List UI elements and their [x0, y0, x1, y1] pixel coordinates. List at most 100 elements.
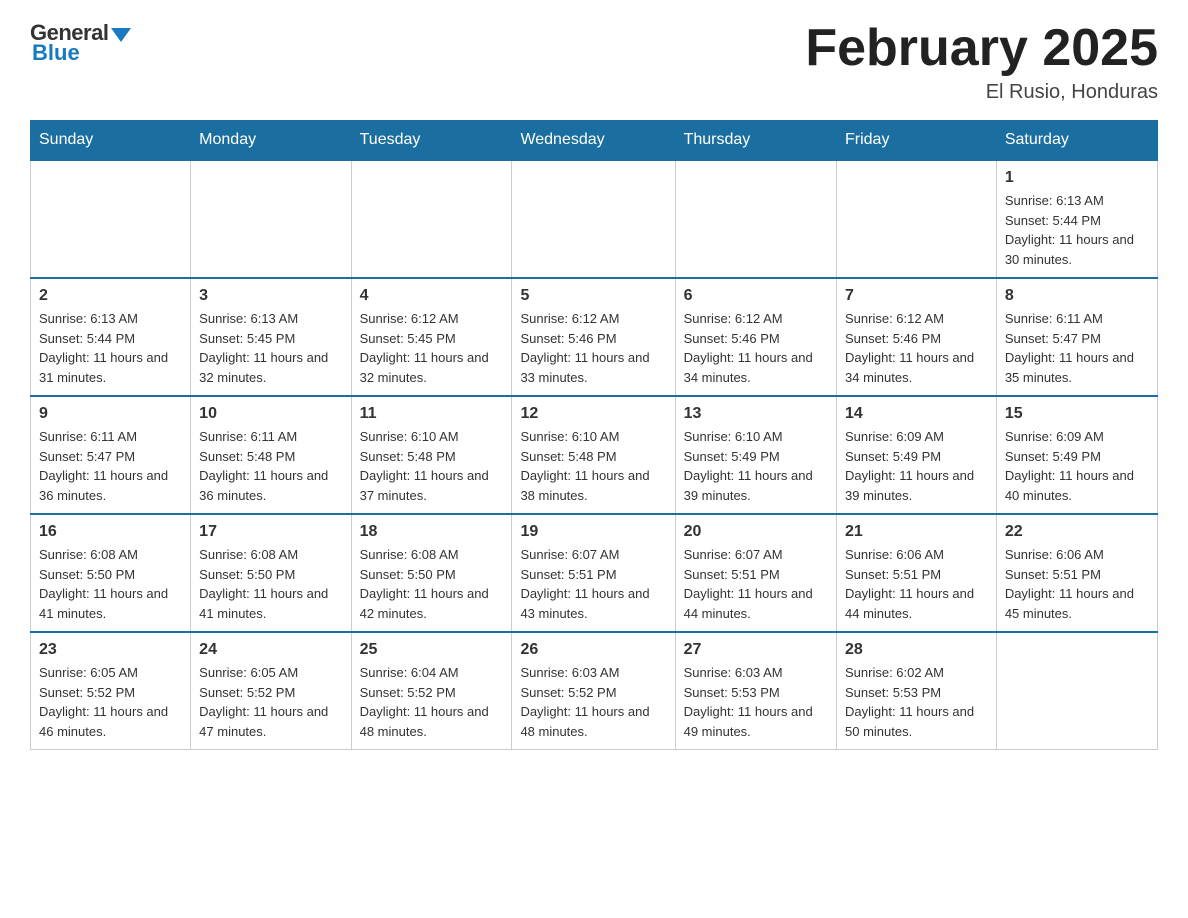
day-number: 5: [520, 287, 666, 305]
day-number: 11: [360, 405, 504, 423]
calendar-cell: [675, 160, 836, 278]
calendar-cell: [191, 160, 351, 278]
calendar-table: SundayMondayTuesdayWednesdayThursdayFrid…: [30, 120, 1158, 750]
calendar-cell: 15 Sunrise: 6:09 AM Sunset: 5:49 PM Dayli…: [996, 396, 1157, 514]
calendar-cell: 14 Sunrise: 6:09 AM Sunset: 5:49 PM Dayli…: [837, 396, 997, 514]
calendar-cell: [996, 632, 1157, 750]
day-info: Sunrise: 6:07 AM Sunset: 5:51 PM Dayligh…: [684, 545, 828, 623]
calendar-cell: 17 Sunrise: 6:08 AM Sunset: 5:50 PM Dayli…: [191, 514, 351, 632]
calendar-cell: 9 Sunrise: 6:11 AM Sunset: 5:47 PM Daylig…: [31, 396, 191, 514]
day-number: 20: [684, 523, 828, 541]
calendar-cell: 13 Sunrise: 6:10 AM Sunset: 5:49 PM Dayli…: [675, 396, 836, 514]
day-number: 15: [1005, 405, 1149, 423]
day-info: Sunrise: 6:06 AM Sunset: 5:51 PM Dayligh…: [845, 545, 988, 623]
calendar-cell: 27Sunrise: 6:03 AM Sunset: 5:53 PM Dayli…: [675, 632, 836, 750]
calendar-cell: 8 Sunrise: 6:11 AM Sunset: 5:47 PM Daylig…: [996, 278, 1157, 396]
calendar-cell: 10 Sunrise: 6:11 AM Sunset: 5:48 PM Dayli…: [191, 396, 351, 514]
day-of-week-header: Wednesday: [512, 121, 675, 161]
day-info: Sunrise: 6:11 AM Sunset: 5:48 PM Dayligh…: [199, 427, 342, 505]
day-number: 21: [845, 523, 988, 541]
day-info: Sunrise: 6:12 AM Sunset: 5:45 PM Dayligh…: [360, 309, 504, 387]
day-number: 1: [1005, 169, 1149, 187]
day-of-week-header: Thursday: [675, 121, 836, 161]
page-header: General Blue February 2025 El Rusio, Hon…: [30, 20, 1158, 104]
month-title: February 2025: [805, 20, 1158, 77]
calendar-cell: 4 Sunrise: 6:12 AM Sunset: 5:45 PM Daylig…: [351, 278, 512, 396]
calendar-week-row: 2Sunrise: 6:13 AM Sunset: 5:44 PM Daylig…: [31, 278, 1158, 396]
day-number: 17: [199, 523, 342, 541]
day-info: Sunrise: 6:10 AM Sunset: 5:49 PM Dayligh…: [684, 427, 828, 505]
calendar-cell: 18 Sunrise: 6:08 AM Sunset: 5:50 PM Dayli…: [351, 514, 512, 632]
logo-arrow-icon: [111, 28, 131, 42]
day-info: Sunrise: 6:13 AM Sunset: 5:45 PM Dayligh…: [199, 309, 342, 387]
calendar-cell: 7 Sunrise: 6:12 AM Sunset: 5:46 PM Daylig…: [837, 278, 997, 396]
day-number: 26: [520, 641, 666, 659]
calendar-cell: 21 Sunrise: 6:06 AM Sunset: 5:51 PM Dayli…: [837, 514, 997, 632]
calendar-cell: 23 Sunrise: 6:05 AM Sunset: 5:52 PM Dayli…: [31, 632, 191, 750]
day-number: 16: [39, 523, 182, 541]
calendar-cell: [31, 160, 191, 278]
day-info: Sunrise: 6:09 AM Sunset: 5:49 PM Dayligh…: [845, 427, 988, 505]
calendar-cell: 6 Sunrise: 6:12 AM Sunset: 5:46 PM Daylig…: [675, 278, 836, 396]
calendar-cell: 16 Sunrise: 6:08 AM Sunset: 5:50 PM Dayli…: [31, 514, 191, 632]
day-number: 28: [845, 641, 988, 659]
day-info: Sunrise: 6:10 AM Sunset: 5:48 PM Dayligh…: [520, 427, 666, 505]
day-info: Sunrise: 6:11 AM Sunset: 5:47 PM Dayligh…: [1005, 309, 1149, 387]
calendar-cell: 2Sunrise: 6:13 AM Sunset: 5:44 PM Daylig…: [31, 278, 191, 396]
calendar-cell: 25 Sunrise: 6:04 AM Sunset: 5:52 PM Dayli…: [351, 632, 512, 750]
day-number: 19: [520, 523, 666, 541]
day-info: Sunrise: 6:13 AM Sunset: 5:44 PM Dayligh…: [39, 309, 182, 387]
day-info: Sunrise: 6:12 AM Sunset: 5:46 PM Dayligh…: [845, 309, 988, 387]
day-number: 3: [199, 287, 342, 305]
calendar-cell: 1 Sunrise: 6:13 AM Sunset: 5:44 PM Daylig…: [996, 160, 1157, 278]
calendar-cell: 24Sunrise: 6:05 AM Sunset: 5:52 PM Dayli…: [191, 632, 351, 750]
day-info: Sunrise: 6:08 AM Sunset: 5:50 PM Dayligh…: [39, 545, 182, 623]
calendar-cell: 11Sunrise: 6:10 AM Sunset: 5:48 PM Dayli…: [351, 396, 512, 514]
day-number: 25: [360, 641, 504, 659]
day-info: Sunrise: 6:04 AM Sunset: 5:52 PM Dayligh…: [360, 663, 504, 741]
day-info: Sunrise: 6:13 AM Sunset: 5:44 PM Dayligh…: [1005, 191, 1149, 269]
title-block: February 2025 El Rusio, Honduras: [805, 20, 1158, 104]
day-info: Sunrise: 6:05 AM Sunset: 5:52 PM Dayligh…: [39, 663, 182, 741]
day-number: 23: [39, 641, 182, 659]
day-info: Sunrise: 6:12 AM Sunset: 5:46 PM Dayligh…: [684, 309, 828, 387]
day-number: 12: [520, 405, 666, 423]
logo: General Blue: [30, 20, 131, 66]
day-info: Sunrise: 6:03 AM Sunset: 5:52 PM Dayligh…: [520, 663, 666, 741]
day-of-week-header: Monday: [191, 121, 351, 161]
day-info: Sunrise: 6:08 AM Sunset: 5:50 PM Dayligh…: [360, 545, 504, 623]
calendar-week-row: 9 Sunrise: 6:11 AM Sunset: 5:47 PM Daylig…: [31, 396, 1158, 514]
day-number: 9: [39, 405, 182, 423]
day-number: 4: [360, 287, 504, 305]
day-info: Sunrise: 6:07 AM Sunset: 5:51 PM Dayligh…: [520, 545, 666, 623]
day-number: 18: [360, 523, 504, 541]
calendar-week-row: 1 Sunrise: 6:13 AM Sunset: 5:44 PM Daylig…: [31, 160, 1158, 278]
day-info: Sunrise: 6:09 AM Sunset: 5:49 PM Dayligh…: [1005, 427, 1149, 505]
calendar-cell: [512, 160, 675, 278]
day-info: Sunrise: 6:02 AM Sunset: 5:53 PM Dayligh…: [845, 663, 988, 741]
calendar-cell: 12 Sunrise: 6:10 AM Sunset: 5:48 PM Dayli…: [512, 396, 675, 514]
day-number: 7: [845, 287, 988, 305]
calendar-cell: 5 Sunrise: 6:12 AM Sunset: 5:46 PM Daylig…: [512, 278, 675, 396]
day-info: Sunrise: 6:08 AM Sunset: 5:50 PM Dayligh…: [199, 545, 342, 623]
calendar-cell: 22Sunrise: 6:06 AM Sunset: 5:51 PM Dayli…: [996, 514, 1157, 632]
day-info: Sunrise: 6:11 AM Sunset: 5:47 PM Dayligh…: [39, 427, 182, 505]
calendar-cell: 20 Sunrise: 6:07 AM Sunset: 5:51 PM Dayli…: [675, 514, 836, 632]
day-number: 13: [684, 405, 828, 423]
calendar-week-row: 16 Sunrise: 6:08 AM Sunset: 5:50 PM Dayli…: [31, 514, 1158, 632]
day-number: 22: [1005, 523, 1149, 541]
calendar-cell: [837, 160, 997, 278]
day-number: 10: [199, 405, 342, 423]
calendar-week-row: 23 Sunrise: 6:05 AM Sunset: 5:52 PM Dayli…: [31, 632, 1158, 750]
day-number: 8: [1005, 287, 1149, 305]
calendar-cell: 28 Sunrise: 6:02 AM Sunset: 5:53 PM Dayli…: [837, 632, 997, 750]
day-number: 24: [199, 641, 342, 659]
day-number: 6: [684, 287, 828, 305]
day-of-week-header: Saturday: [996, 121, 1157, 161]
day-number: 14: [845, 405, 988, 423]
day-info: Sunrise: 6:03 AM Sunset: 5:53 PM Dayligh…: [684, 663, 828, 741]
day-of-week-header: Friday: [837, 121, 997, 161]
day-info: Sunrise: 6:12 AM Sunset: 5:46 PM Dayligh…: [520, 309, 666, 387]
calendar-header-row: SundayMondayTuesdayWednesdayThursdayFrid…: [31, 121, 1158, 161]
calendar-cell: [351, 160, 512, 278]
